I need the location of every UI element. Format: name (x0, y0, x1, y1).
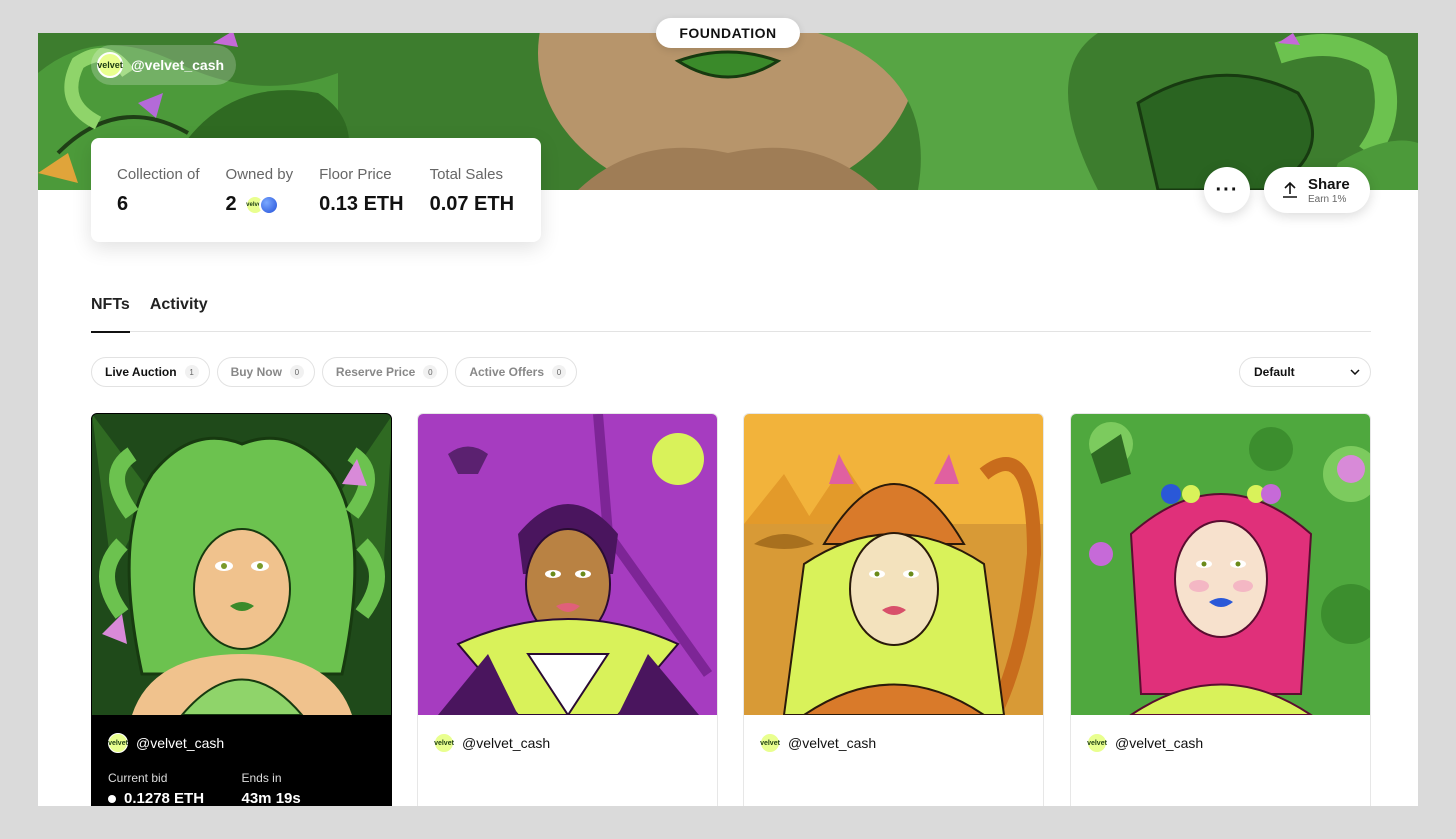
collection-stats-card: Collection of 6 Owned by 2 velvet Floor … (91, 138, 541, 242)
stat-owners-label: Owned by (225, 166, 294, 183)
more-icon: ··· (1215, 178, 1239, 201)
owner-avatar-blue[interactable] (258, 194, 279, 215)
filter-live-auction[interactable]: Live Auction 1 (91, 357, 210, 387)
nft-artwork-vampire (418, 414, 717, 715)
filter-chips: Live Auction 1 Buy Now 0 Reserve Price 0… (91, 357, 578, 387)
filter-count: 0 (552, 365, 567, 379)
card-creator[interactable]: velvet @velvet_cash (418, 715, 717, 771)
sort-dropdown[interactable]: Default (1239, 357, 1371, 387)
stat-collection-label: Collection of (117, 166, 200, 183)
upload-icon (1283, 181, 1297, 198)
live-dot-icon (108, 794, 116, 803)
ends-in-value: 43m 19s (241, 790, 301, 806)
tab-activity[interactable]: Activity (150, 293, 208, 332)
current-bid-label: Current bid (108, 771, 168, 785)
owner-avatars[interactable]: velvet (244, 194, 279, 215)
ends-in-label: Ends in (241, 771, 282, 785)
stat-sales-label: Total Sales (429, 166, 503, 183)
foundation-logo[interactable]: FOUNDATION (656, 18, 800, 48)
card-creator-handle: @velvet_cash (136, 735, 225, 751)
tab-nfts[interactable]: NFTs (91, 293, 130, 333)
velvet-logo-icon: velvet (1087, 733, 1107, 753)
stat-floor-value: 0.13 ETH (319, 193, 404, 215)
content-tabs: NFTs Activity (91, 293, 1371, 333)
creator-handle: @velvet_cash (131, 57, 225, 73)
stat-sales: Total Sales 0.07 ETH (430, 166, 514, 242)
velvet-logo-icon: velvet (108, 733, 128, 753)
nft-artwork-medusa (92, 414, 391, 715)
nft-card-flowers[interactable]: velvet @velvet_cash (1070, 413, 1371, 806)
nft-card-tiger[interactable]: velvet @velvet_cash (743, 413, 1044, 806)
card-creator-handle: @velvet_cash (1115, 735, 1204, 751)
card-creator[interactable]: velvet @velvet_cash (1071, 715, 1370, 771)
share-button[interactable]: Share Earn 1% (1264, 167, 1370, 213)
velvet-logo-icon: velvet (760, 733, 780, 753)
filter-count: 0 (289, 365, 304, 379)
stat-sales-value: 0.07 ETH (429, 193, 515, 215)
collection-page: velvet @velvet_cash Collection of 6 Owne… (38, 33, 1418, 806)
auction-info: Current bid 0.1278 ETH Ends in 43m 19s (92, 771, 391, 806)
chevron-down-icon (1350, 369, 1360, 375)
stat-floor: Floor Price 0.13 ETH (319, 166, 403, 242)
stat-owners[interactable]: Owned by 2 velvet (226, 166, 294, 242)
more-options-button[interactable]: ··· (1204, 167, 1250, 213)
stat-collection-value: 6 (117, 193, 129, 215)
card-creator[interactable]: velvet @velvet_cash (92, 715, 391, 771)
share-sublabel: Earn 1% (1308, 193, 1347, 205)
nft-artwork-flowers (1071, 414, 1370, 715)
filter-count: 1 (184, 365, 199, 379)
filter-label: Live Auction (105, 365, 177, 379)
filter-label: Buy Now (230, 365, 282, 379)
stat-floor-label: Floor Price (319, 166, 392, 183)
stat-collection: Collection of 6 (117, 166, 200, 242)
filter-buy-now[interactable]: Buy Now 0 (216, 357, 315, 387)
card-creator[interactable]: velvet @velvet_cash (744, 715, 1043, 771)
filter-label: Reserve Price (335, 365, 416, 379)
filter-reserve-price[interactable]: Reserve Price 0 (321, 357, 449, 387)
nft-card-vampire[interactable]: velvet @velvet_cash (417, 413, 718, 806)
filter-active-offers[interactable]: Active Offers 0 (455, 357, 578, 387)
filter-count: 0 (423, 365, 438, 379)
nft-card-medusa[interactable]: velvet @velvet_cash Current bid 0.1278 E… (91, 413, 392, 806)
card-creator-handle: @velvet_cash (788, 735, 877, 751)
velvet-logo-icon: velvet (434, 733, 454, 753)
card-creator-handle: @velvet_cash (462, 735, 551, 751)
nft-artwork-tiger (744, 414, 1043, 715)
sort-value: Default (1254, 365, 1295, 379)
current-bid-value: 0.1278 ETH (124, 790, 205, 806)
share-label: Share (1308, 175, 1350, 193)
stat-owners-value: 2 (225, 193, 237, 215)
creator-pill[interactable]: velvet @velvet_cash (91, 45, 237, 85)
velvet-logo-icon: velvet (97, 52, 123, 78)
filter-label: Active Offers (469, 365, 545, 379)
